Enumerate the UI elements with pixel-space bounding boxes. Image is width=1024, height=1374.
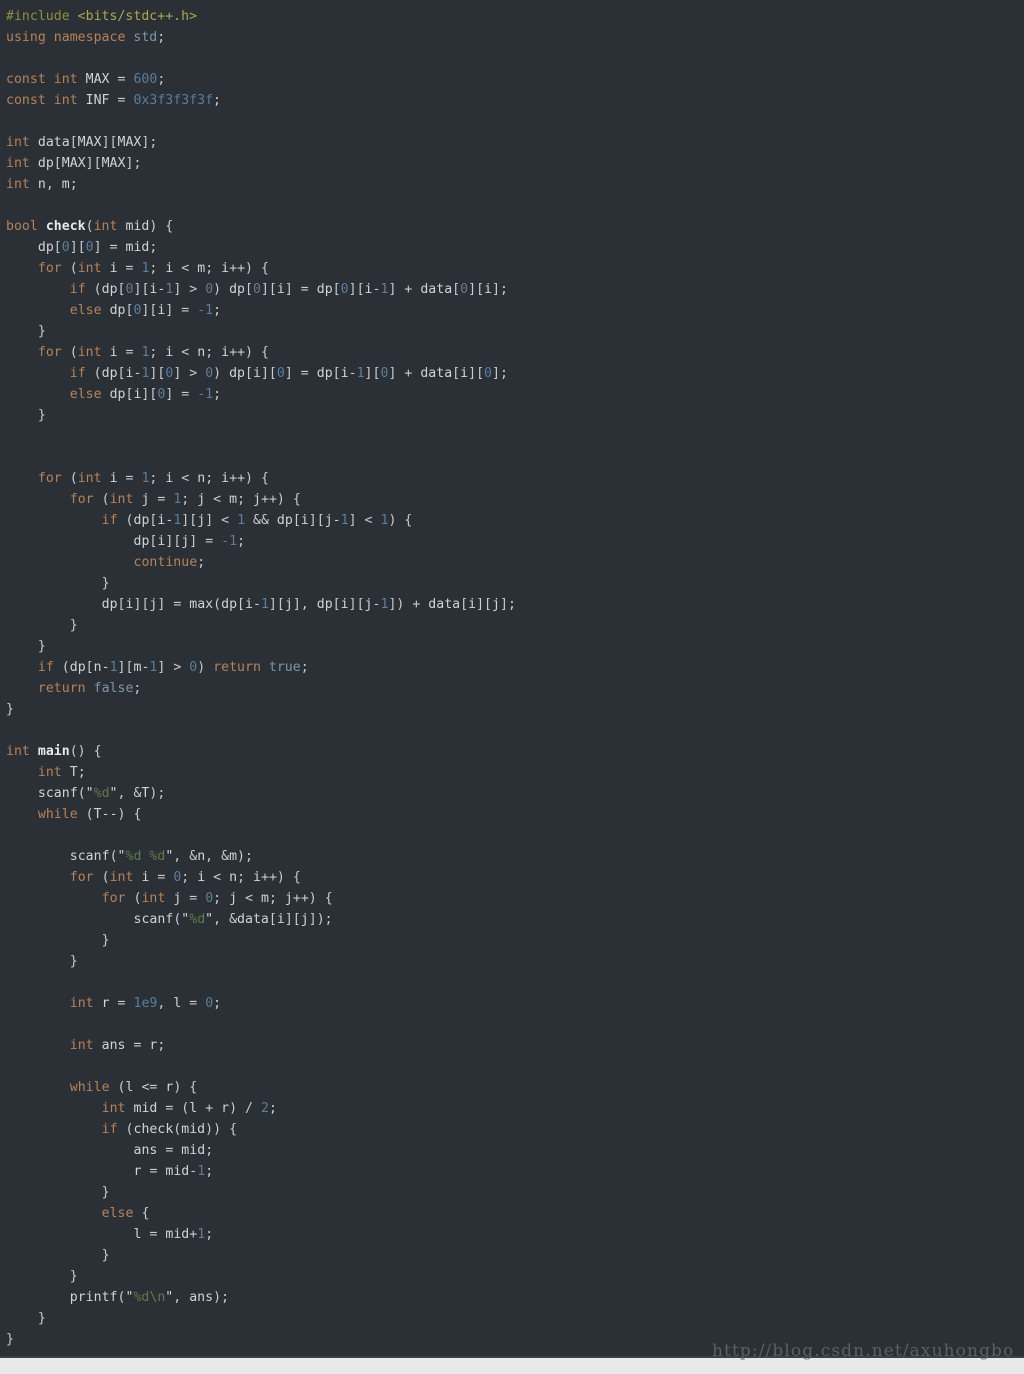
code-line: for (int i = 0; i < n; i++) { — [69, 870, 301, 885]
page-bottom-strip — [0, 1358, 1024, 1374]
code-line: } — [37, 639, 46, 654]
code-line: } — [69, 618, 78, 633]
code-line: else dp[0][i] = -1; — [69, 303, 222, 318]
code-line: ans = mid; — [133, 1143, 214, 1158]
code-line: while (l <= r) { — [69, 1080, 198, 1095]
code-screenshot: #include <bits/stdc++.h> using namespace … — [0, 0, 1024, 1374]
code-line: for (int j = 1; j < m; j++) { — [69, 492, 301, 507]
code-editor-surface[interactable]: #include <bits/stdc++.h> using namespace … — [0, 0, 1024, 1358]
code-line: int mid = (l + r) / 2; — [101, 1101, 277, 1116]
code-line: if (dp[n-1][m-1] > 0) return true; — [37, 660, 309, 675]
code-line: if (dp[i-1][j] < 1 && dp[i][j-1] < 1) { — [101, 513, 413, 528]
code-line: #include <bits/stdc++.h> — [6, 9, 198, 24]
source-code-listing[interactable]: #include <bits/stdc++.h> using namespace … — [6, 6, 516, 1350]
code-line: } — [101, 576, 110, 591]
code-line: dp[0][0] = mid; — [37, 240, 158, 255]
code-line: } — [37, 1311, 46, 1326]
code-line: bool check(int mid) { — [6, 219, 174, 234]
code-line: int data[MAX][MAX]; — [6, 135, 158, 150]
code-line: if (dp[i-1][0] > 0) dp[i][0] = dp[i-1][0… — [69, 366, 508, 381]
code-line: for (int i = 1; i < n; i++) { — [37, 345, 269, 360]
code-line: } — [6, 702, 14, 717]
code-line: } — [37, 324, 46, 339]
code-line: printf("%d\n", ans); — [69, 1290, 230, 1305]
code-line: else dp[i][0] = -1; — [69, 387, 222, 402]
code-line: if (check(mid)) { — [101, 1122, 238, 1137]
code-line: } — [37, 408, 46, 423]
code-line: dp[i][j] = max(dp[i-1][j], dp[i][j-1]) +… — [101, 597, 516, 612]
code-line: } — [69, 1269, 78, 1284]
code-line: int T; — [37, 765, 86, 780]
code-line: } — [101, 933, 110, 948]
code-line: if (dp[0][i-1] > 0) dp[0][i] = dp[0][i-1… — [69, 282, 508, 297]
code-line: scanf("%d", &T); — [37, 786, 166, 801]
code-line: } — [6, 1332, 14, 1347]
code-line: else { — [101, 1206, 150, 1221]
code-line: const int INF = 0x3f3f3f3f; — [6, 93, 222, 108]
code-line: scanf("%d", &data[i][j]); — [133, 912, 333, 927]
code-line: } — [69, 954, 78, 969]
code-line: int r = 1e9, l = 0; — [69, 996, 222, 1011]
code-line: scanf("%d %d", &n, &m); — [69, 849, 253, 864]
code-line: r = mid-1; — [133, 1164, 214, 1179]
code-line: int main() { — [6, 744, 102, 759]
code-line: for (int i = 1; i < n; i++) { — [37, 471, 269, 486]
code-line: l = mid+1; — [133, 1227, 214, 1242]
code-line: dp[i][j] = -1; — [133, 534, 246, 549]
code-line: } — [101, 1185, 110, 1200]
code-line: int dp[MAX][MAX]; — [6, 156, 142, 171]
code-line: int ans = r; — [69, 1038, 166, 1053]
code-line: const int MAX = 600; — [6, 72, 166, 87]
code-line: for (int i = 1; i < m; i++) { — [37, 261, 269, 276]
code-line: for (int j = 0; j < m; j++) { — [101, 891, 333, 906]
code-line: while (T--) { — [37, 807, 142, 822]
code-line: } — [101, 1248, 110, 1263]
code-line: using namespace std; — [6, 30, 166, 45]
code-line: int n, m; — [6, 177, 78, 192]
code-line: continue; — [133, 555, 206, 570]
code-line: return false; — [37, 681, 142, 696]
